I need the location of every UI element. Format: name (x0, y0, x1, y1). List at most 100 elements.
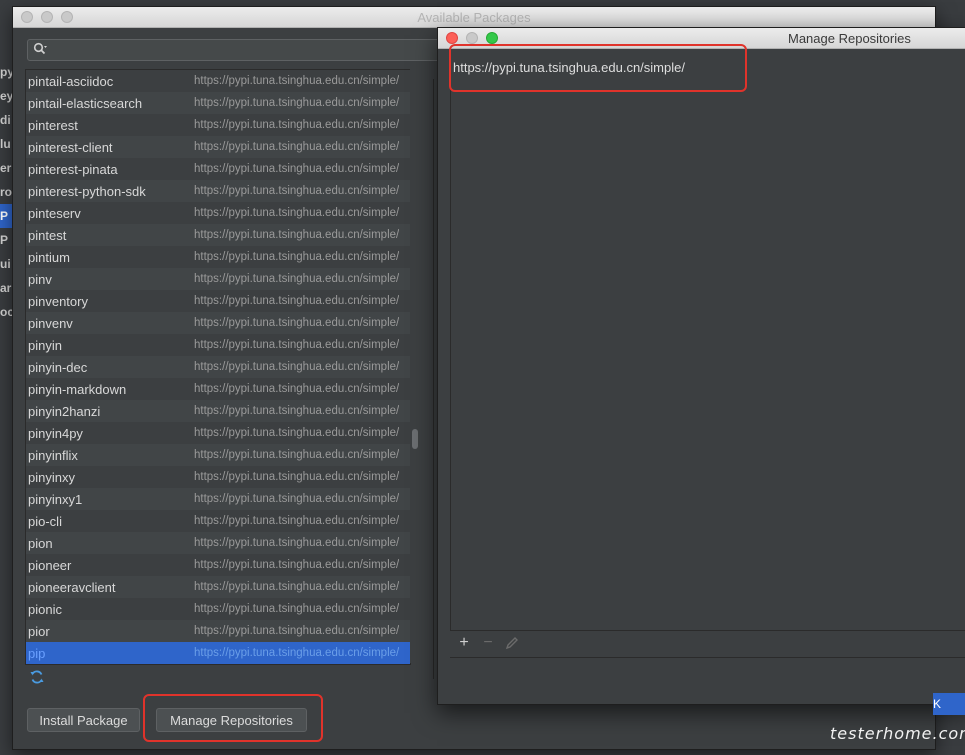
package-row[interactable]: pinv https://pypi.tuna.tsinghua.edu.cn/si… (26, 268, 410, 290)
package-url: https://pypi.tuna.tsinghua.edu.cn/simple… (194, 229, 400, 241)
package-name: pintail-asciidoc (28, 73, 114, 89)
package-row[interactable]: pintest https://pypi.tuna.tsinghua.edu.cn… (26, 224, 410, 246)
package-row[interactable]: pintail-asciidoc https://pypi.tuna.tsingh… (26, 70, 410, 92)
package-url: https://pypi.tuna.tsinghua.edu.cn/simple… (194, 471, 400, 483)
package-row[interactable]: pinteserv https://pypi.tuna.tsinghua.edu.… (26, 202, 410, 224)
package-row[interactable]: pinventory https://pypi.tuna.tsinghua.edu… (26, 290, 410, 312)
package-url: https://pypi.tuna.tsinghua.edu.cn/simple… (194, 207, 400, 219)
package-row[interactable]: pip https://pypi.tuna.tsinghua.edu.cn/sim… (26, 642, 410, 664)
package-url: https://pypi.tuna.tsinghua.edu.cn/simple… (194, 163, 400, 175)
ok-label-fragment: K (933, 697, 942, 711)
package-row[interactable]: pintail-elasticsearch https://pypi.tuna.t… (26, 92, 410, 114)
watermark: testerhome.com (830, 724, 965, 743)
package-url: https://pypi.tuna.tsinghua.edu.cn/simple… (194, 75, 400, 87)
package-url: https://pypi.tuna.tsinghua.edu.cn/simple… (194, 581, 400, 593)
package-name: pintail-elasticsearch (28, 95, 143, 111)
package-row[interactable]: pinterest https://pypi.tuna.tsinghua.edu.… (26, 114, 410, 136)
package-name: pinterest-client (28, 139, 113, 155)
package-row[interactable]: pinyin2hanzi https://pypi.tuna.tsinghua.e… (26, 400, 410, 422)
close-button[interactable] (446, 32, 458, 44)
background-ok-button: K (933, 693, 965, 715)
package-name: pionic (28, 601, 62, 617)
zoom-button[interactable] (486, 32, 498, 44)
package-url: https://pypi.tuna.tsinghua.edu.cn/simple… (194, 427, 400, 439)
package-url: https://pypi.tuna.tsinghua.edu.cn/simple… (194, 339, 400, 351)
repository-highlight (449, 44, 747, 92)
package-name: pinvenv (28, 315, 73, 331)
package-name: pior (28, 623, 50, 639)
package-row[interactable]: pionic https://pypi.tuna.tsinghua.edu.cn/… (26, 598, 410, 620)
package-url: https://pypi.tuna.tsinghua.edu.cn/simple… (194, 625, 400, 637)
package-row[interactable]: pinyinxy1 https://pypi.tuna.tsinghua.edu.… (26, 488, 410, 510)
package-name: pinyin4py (28, 425, 83, 441)
window-title: Available Packages (417, 10, 531, 25)
package-row[interactable]: pintium https://pypi.tuna.tsinghua.edu.cn… (26, 246, 410, 268)
package-url: https://pypi.tuna.tsinghua.edu.cn/simple… (194, 317, 400, 329)
edit-icon[interactable] (504, 635, 520, 651)
package-name: pinterest (28, 117, 78, 133)
package-name: pinyinxy (28, 469, 75, 485)
package-row[interactable]: pioneeravclient https://pypi.tuna.tsinghu… (26, 576, 410, 598)
package-row[interactable]: pinyin4py https://pypi.tuna.tsinghua.edu.… (26, 422, 410, 444)
available-packages-titlebar: Available Packages (13, 7, 935, 28)
package-row[interactable]: pinterest-python-sdk https://pypi.tuna.ts… (26, 180, 410, 202)
window-title: Manage Repositories (788, 31, 911, 46)
package-row[interactable]: pinvenv https://pypi.tuna.tsinghua.edu.cn… (26, 312, 410, 334)
package-row[interactable]: pioneer https://pypi.tuna.tsinghua.edu.cn… (26, 554, 410, 576)
package-name: pinyin-markdown (28, 381, 127, 397)
package-row[interactable]: pinyin-dec https://pypi.tuna.tsinghua.edu… (26, 356, 410, 378)
search-icon[interactable] (33, 42, 47, 56)
package-url: https://pypi.tuna.tsinghua.edu.cn/simple… (194, 273, 400, 285)
package-row[interactable]: pior https://pypi.tuna.tsinghua.edu.cn/si… (26, 620, 410, 642)
package-name: pinterest-pinata (28, 161, 118, 177)
package-list-scrollbar[interactable] (410, 69, 420, 663)
package-name: pinventory (28, 293, 88, 309)
package-name: pinyin (28, 337, 62, 353)
package-url: https://pypi.tuna.tsinghua.edu.cn/simple… (194, 185, 400, 197)
package-row[interactable]: pinyinxy https://pypi.tuna.tsinghua.edu.c… (26, 466, 410, 488)
package-url: https://pypi.tuna.tsinghua.edu.cn/simple… (194, 295, 400, 307)
package-row[interactable]: pinyin-markdown https://pypi.tuna.tsinghu… (26, 378, 410, 400)
package-row[interactable]: pio-cli https://pypi.tuna.tsinghua.edu.cn… (26, 510, 410, 532)
minimize-button[interactable] (466, 32, 478, 44)
package-name: pion (28, 535, 53, 551)
package-name: pioneer (28, 557, 72, 573)
package-name: pinyin2hanzi (28, 403, 101, 419)
package-search-input[interactable] (27, 39, 447, 61)
repository-list[interactable]: https://pypi.tuna.tsinghua.edu.cn/simple… (449, 44, 965, 630)
package-name: pioneeravclient (28, 579, 116, 595)
package-url: https://pypi.tuna.tsinghua.edu.cn/simple… (194, 493, 400, 505)
package-name: pintium (28, 249, 70, 265)
package-url: https://pypi.tuna.tsinghua.edu.cn/simple… (194, 603, 400, 615)
package-url: https://pypi.tuna.tsinghua.edu.cn/simple… (194, 141, 400, 153)
package-name: pinyinxy1 (28, 491, 83, 507)
package-name: pinteserv (28, 205, 81, 221)
package-url: https://pypi.tuna.tsinghua.edu.cn/simple… (194, 251, 400, 263)
package-url: https://pypi.tuna.tsinghua.edu.cn/simple… (194, 97, 400, 109)
package-name: pintest (28, 227, 67, 243)
package-row[interactable]: pinyinflix https://pypi.tuna.tsinghua.edu… (26, 444, 410, 466)
package-name: pinv (28, 271, 52, 287)
install-package-button[interactable]: Install Package (27, 708, 140, 732)
package-url: https://pypi.tuna.tsinghua.edu.cn/simple… (194, 449, 400, 461)
repository-toolbar: + − (450, 630, 965, 658)
package-row[interactable]: pion https://pypi.tuna.tsinghua.edu.cn/si… (26, 532, 410, 554)
package-url: https://pypi.tuna.tsinghua.edu.cn/simple… (194, 361, 400, 373)
package-url: https://pypi.tuna.tsinghua.edu.cn/simple… (194, 405, 400, 417)
package-url: https://pypi.tuna.tsinghua.edu.cn/simple… (194, 559, 400, 571)
package-url: https://pypi.tuna.tsinghua.edu.cn/simple… (194, 537, 400, 549)
add-icon[interactable]: + (456, 635, 472, 651)
package-name: pinterest-python-sdk (28, 183, 146, 199)
refresh-icon[interactable] (29, 669, 45, 685)
manage-repositories-window: Manage Repositories https://pypi.tuna.ts… (437, 27, 965, 705)
package-list[interactable]: pintail-asciidoc https://pypi.tuna.tsingh… (25, 69, 411, 665)
remove-icon[interactable]: − (480, 635, 496, 651)
package-url: https://pypi.tuna.tsinghua.edu.cn/simple… (194, 515, 400, 527)
package-row[interactable]: pinyin https://pypi.tuna.tsinghua.edu.cn/… (26, 334, 410, 356)
package-row[interactable]: pinterest-client https://pypi.tuna.tsingh… (26, 136, 410, 158)
package-row[interactable]: pinterest-pinata https://pypi.tuna.tsingh… (26, 158, 410, 180)
package-name: pio-cli (28, 513, 62, 529)
package-name: pinyinflix (28, 447, 78, 463)
manage-button-highlight (143, 694, 323, 742)
scrollbar-thumb[interactable] (412, 429, 418, 449)
